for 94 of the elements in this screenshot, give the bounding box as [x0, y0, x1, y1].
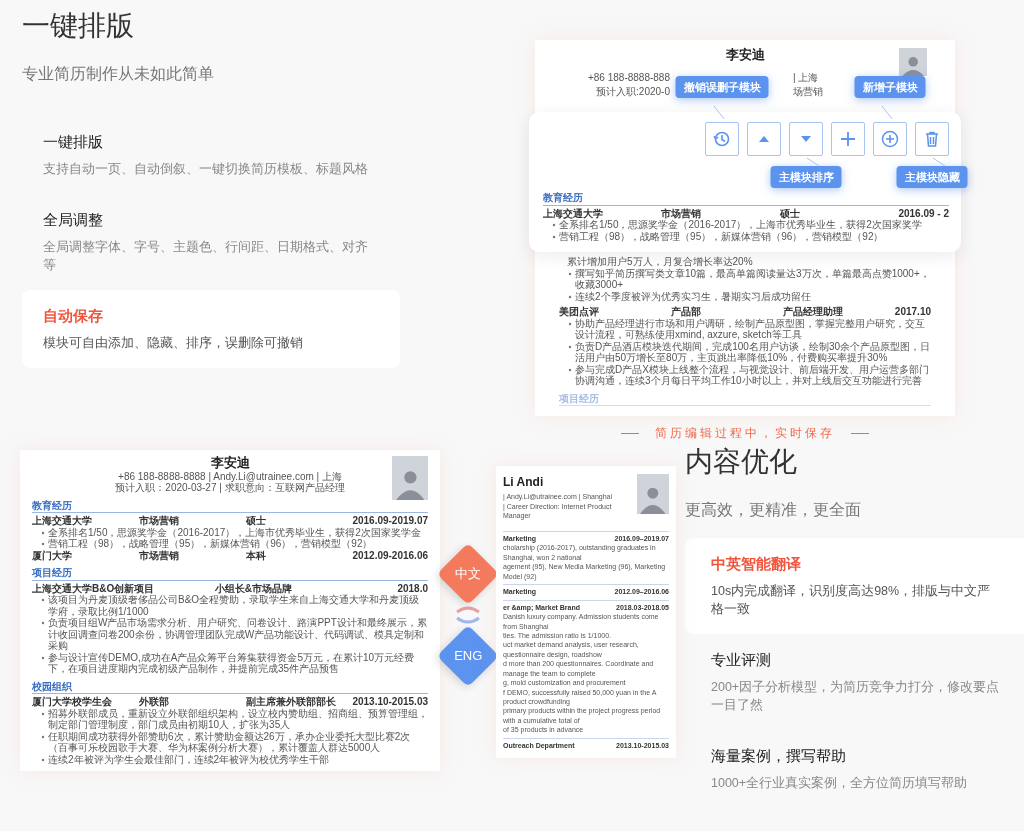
- leader-line: [712, 106, 726, 120]
- tooltip: 主模块隐藏: [896, 166, 968, 188]
- section-heading: 教育经历: [32, 499, 428, 514]
- resume-contact: | 上海: [793, 70, 819, 85]
- resume-field: 市场营销: [138, 515, 246, 527]
- resume-bullet: 负责D产品酒店模块迭代期间，完成100名用户访谈，绘制30余个产品原型图，日活用户由50万增长至80万，主页跳出率降低10%，付费购买率提升30%: [574, 340, 931, 364]
- resume-field: 2016.09-2019.07: [352, 515, 428, 527]
- resume-contact: 预计入职：2020-03-27 | 求职意向：互联网产品经理: [114, 482, 346, 494]
- plus-circle-icon: [881, 130, 899, 148]
- resume-field: 上海交通大学B&O创新项目: [32, 582, 215, 595]
- resume-bullet: 参与设计宣传DEMO,成功在A产品众筹平台筹集获得资金5万元，在累计10万元经费下，在项目进度期内完成初级产品制作，并提前完成35件产品预售: [47, 651, 416, 675]
- tooltip: 撤销误删子模块: [675, 76, 769, 98]
- section-subtitle: 更高效，更精准，更全面: [685, 500, 862, 520]
- feature-description: 支持自动一页、自动倒叙、一键切换简历模板、标题风格: [43, 161, 369, 178]
- resume-bullet: 营销工程（98），战略管理（95），新媒体营销（96），营销模型（92）: [48, 538, 373, 550]
- resume-name: Li Andi: [503, 474, 545, 491]
- resume-field: 市场营销: [138, 549, 246, 562]
- section-heading: 项目经历: [559, 392, 931, 406]
- feature-description: 1000+全行业真实案例，全方位简历填写帮助: [711, 775, 969, 792]
- feature-description: 10s内完成翻译，识别度高达98%，排版与中文严格一致: [711, 583, 992, 618]
- resume-bullet: 连续2年被评为学生会最佳部门，连续2年被评为校优秀学生干部: [47, 753, 330, 766]
- feature-item[interactable]: 一键排版 支持自动一页、自动倒叙、一键切换简历模板、标题风格: [22, 116, 400, 194]
- caption-text: 简历编辑过程中，实时保存: [655, 425, 835, 442]
- feature-item[interactable]: 自动保存 模块可自由添加、隐藏、排序，误删除可撤销: [22, 290, 400, 368]
- resume-contact: 预计入职:2020-0: [596, 84, 671, 99]
- tooltip: 新增子模块: [854, 76, 926, 98]
- resume-field: 外联部: [138, 696, 246, 708]
- resume-contact: +86 188-8888-888: [587, 70, 671, 85]
- resume-contact: +86 188-8888-8888 | Andy.Li@utrainee.com | 上海: [118, 470, 342, 483]
- resume-bullet: 该项目为丹麦顶级奢侈品公司B&O全程赞助，录取学生来自上海交通大学和丹麦顶级学府，录取比例1/1000: [47, 594, 421, 618]
- feature-title: 专业评测: [711, 650, 772, 670]
- resume-bullet: 撰写知乎简历撰写类文章10篇，最高单篇阅读量达3万次，单篇最高点赞1000+，收藏3000+: [574, 267, 931, 291]
- resume-field: 硕士: [779, 207, 899, 219]
- resume-field: 厦门大学: [32, 549, 139, 562]
- section-heading: 校园组织: [32, 680, 428, 695]
- leader-line: [932, 157, 946, 167]
- resume-field: 本科: [245, 549, 353, 562]
- section-heading: 项目经历: [32, 567, 428, 581]
- delete-button[interactable]: [915, 122, 949, 156]
- feature-item[interactable]: 中英智能翻译 10s内完成翻译，识别度高达98%，排版与中文严格一致: [685, 538, 1024, 634]
- feature-description: 全局调整字体、字号、主题色、行间距、日期格式、对齐等: [43, 239, 369, 274]
- resume-field: 2012.09-2016.06: [352, 549, 428, 562]
- resume-name: 李安迪: [209, 456, 251, 471]
- feature-item[interactable]: 全局调整 全局调整字体、字号、主题色、行间距、日期格式、对齐等: [22, 194, 400, 290]
- tooltip: 主模块排序: [770, 166, 842, 188]
- resume-bullet: 参与完成D产品X模块上线整个流程，与视觉设计、前后端开发、用户运营多部门协调沟通，连续3个月每日平均工作10小时以上，并对上线后交互功能进行完善: [574, 363, 930, 387]
- resume-bullet: 协助产品经理进行市场和用户调研，绘制产品原型图，掌握完整用户研究，交互设计流程，可熟练使用xmind, axzure, sketch等工具: [574, 317, 926, 341]
- resume-field: 2013.10-2015.03: [352, 696, 428, 708]
- resume-bullet: 连续2个季度被评为优秀实习生，暑期实习后成功留任: [574, 290, 811, 302]
- resume-bullet: 负责项目组W产品市场需求分析、用户研究、问卷设计、路演PPT设计和最终展示，累计收回调查问卷200余份，协调管理团队完成W产品功能设计、代码调试、模具定制和采购: [47, 617, 428, 652]
- resume-field: 厦门大学校学生会: [32, 696, 139, 708]
- resume-field: 硕士: [245, 515, 353, 527]
- section-title: 一键排版: [22, 9, 135, 43]
- resume-bullet: 累计增加用户5万人，月复合增长率达20%: [566, 256, 754, 268]
- resume-field: 美团点评: [559, 306, 671, 318]
- resume-name: 李安迪: [724, 48, 766, 63]
- resume-field: 副主席兼外联部部长: [245, 696, 353, 708]
- resume-field: 上海交通大学: [543, 207, 662, 219]
- feature-description: 200+因子分析模型，为简历竞争力打分，修改要点一目了然: [711, 679, 1001, 714]
- section-subtitle: 专业简历制作从未如此简单: [22, 64, 215, 84]
- move-down-button[interactable]: [789, 122, 823, 156]
- resume-field: 市场营销: [661, 207, 780, 219]
- resume-field: 2018.0: [397, 582, 428, 595]
- feature-description: 模块可自由添加、隐藏、排序，误删除可撤销: [43, 335, 304, 352]
- undo-button[interactable]: [705, 122, 739, 156]
- feature-title: 一键排版: [43, 132, 104, 152]
- section-title: 内容优化: [685, 445, 798, 479]
- trash-icon: [923, 130, 941, 148]
- resume-field: 小组长&市场品牌: [214, 582, 398, 595]
- feature-title: 海量案例，撰写帮助: [711, 746, 847, 766]
- resume-field: 2017.10: [894, 306, 931, 318]
- resume-bullet: 营销工程（98），战略管理（95），新媒体营销（96），营销模型（92）: [558, 230, 884, 242]
- resume-field: 2016.09 - 2: [898, 207, 949, 219]
- history-icon: [713, 130, 731, 148]
- feature-item[interactable]: 海量案例，撰写帮助 1000+全行业真实案例，全方位简历填写帮助: [685, 730, 1024, 808]
- resume-field: 产品部: [670, 306, 783, 318]
- feature-title: 自动保存: [43, 306, 104, 326]
- add-button[interactable]: [873, 122, 907, 156]
- resume-bullet: 全系排名1/50，思源奖学金（2016-2017），上海市优秀毕业生，获得2次国家奖学: [558, 219, 922, 231]
- resume-contact: 场营销: [793, 84, 823, 99]
- resume-bullet: 全系排名1/50，思源奖学金（2016-2017），上海市优秀毕业生，获得2次国家奖学金: [47, 526, 421, 539]
- section-heading: 教育经历: [543, 192, 949, 206]
- resume-bullet: 招募外联部成员，重新设立外联部组织架构，设立校内赞助组、招商组、预算管理组，制定部门管理制度，部门成员由初期10人，扩张为35人: [47, 707, 428, 731]
- resume-field: 产品经理助理: [782, 306, 895, 318]
- leader-line: [880, 106, 894, 120]
- resume-bullet: 任职期间成功获得外部赞助6次，累计赞助金额达26万，承办企业委托大型比赛2次（百事可乐校园歌手大赛、华为杯案例分析大赛），累计覆盖人群达5000人: [47, 730, 412, 754]
- feature-title: 中英智能翻译: [711, 554, 802, 574]
- plus-icon: [839, 130, 857, 148]
- move-button[interactable]: [831, 122, 865, 156]
- resume-field: 上海交通大学: [32, 515, 139, 527]
- feature-title: 全局调整: [43, 210, 104, 230]
- feature-item[interactable]: 专业评测 200+因子分析模型，为简历竞争力打分，修改要点一目了然: [685, 634, 1024, 730]
- leader-line: [806, 157, 820, 167]
- move-up-button[interactable]: [747, 122, 781, 156]
